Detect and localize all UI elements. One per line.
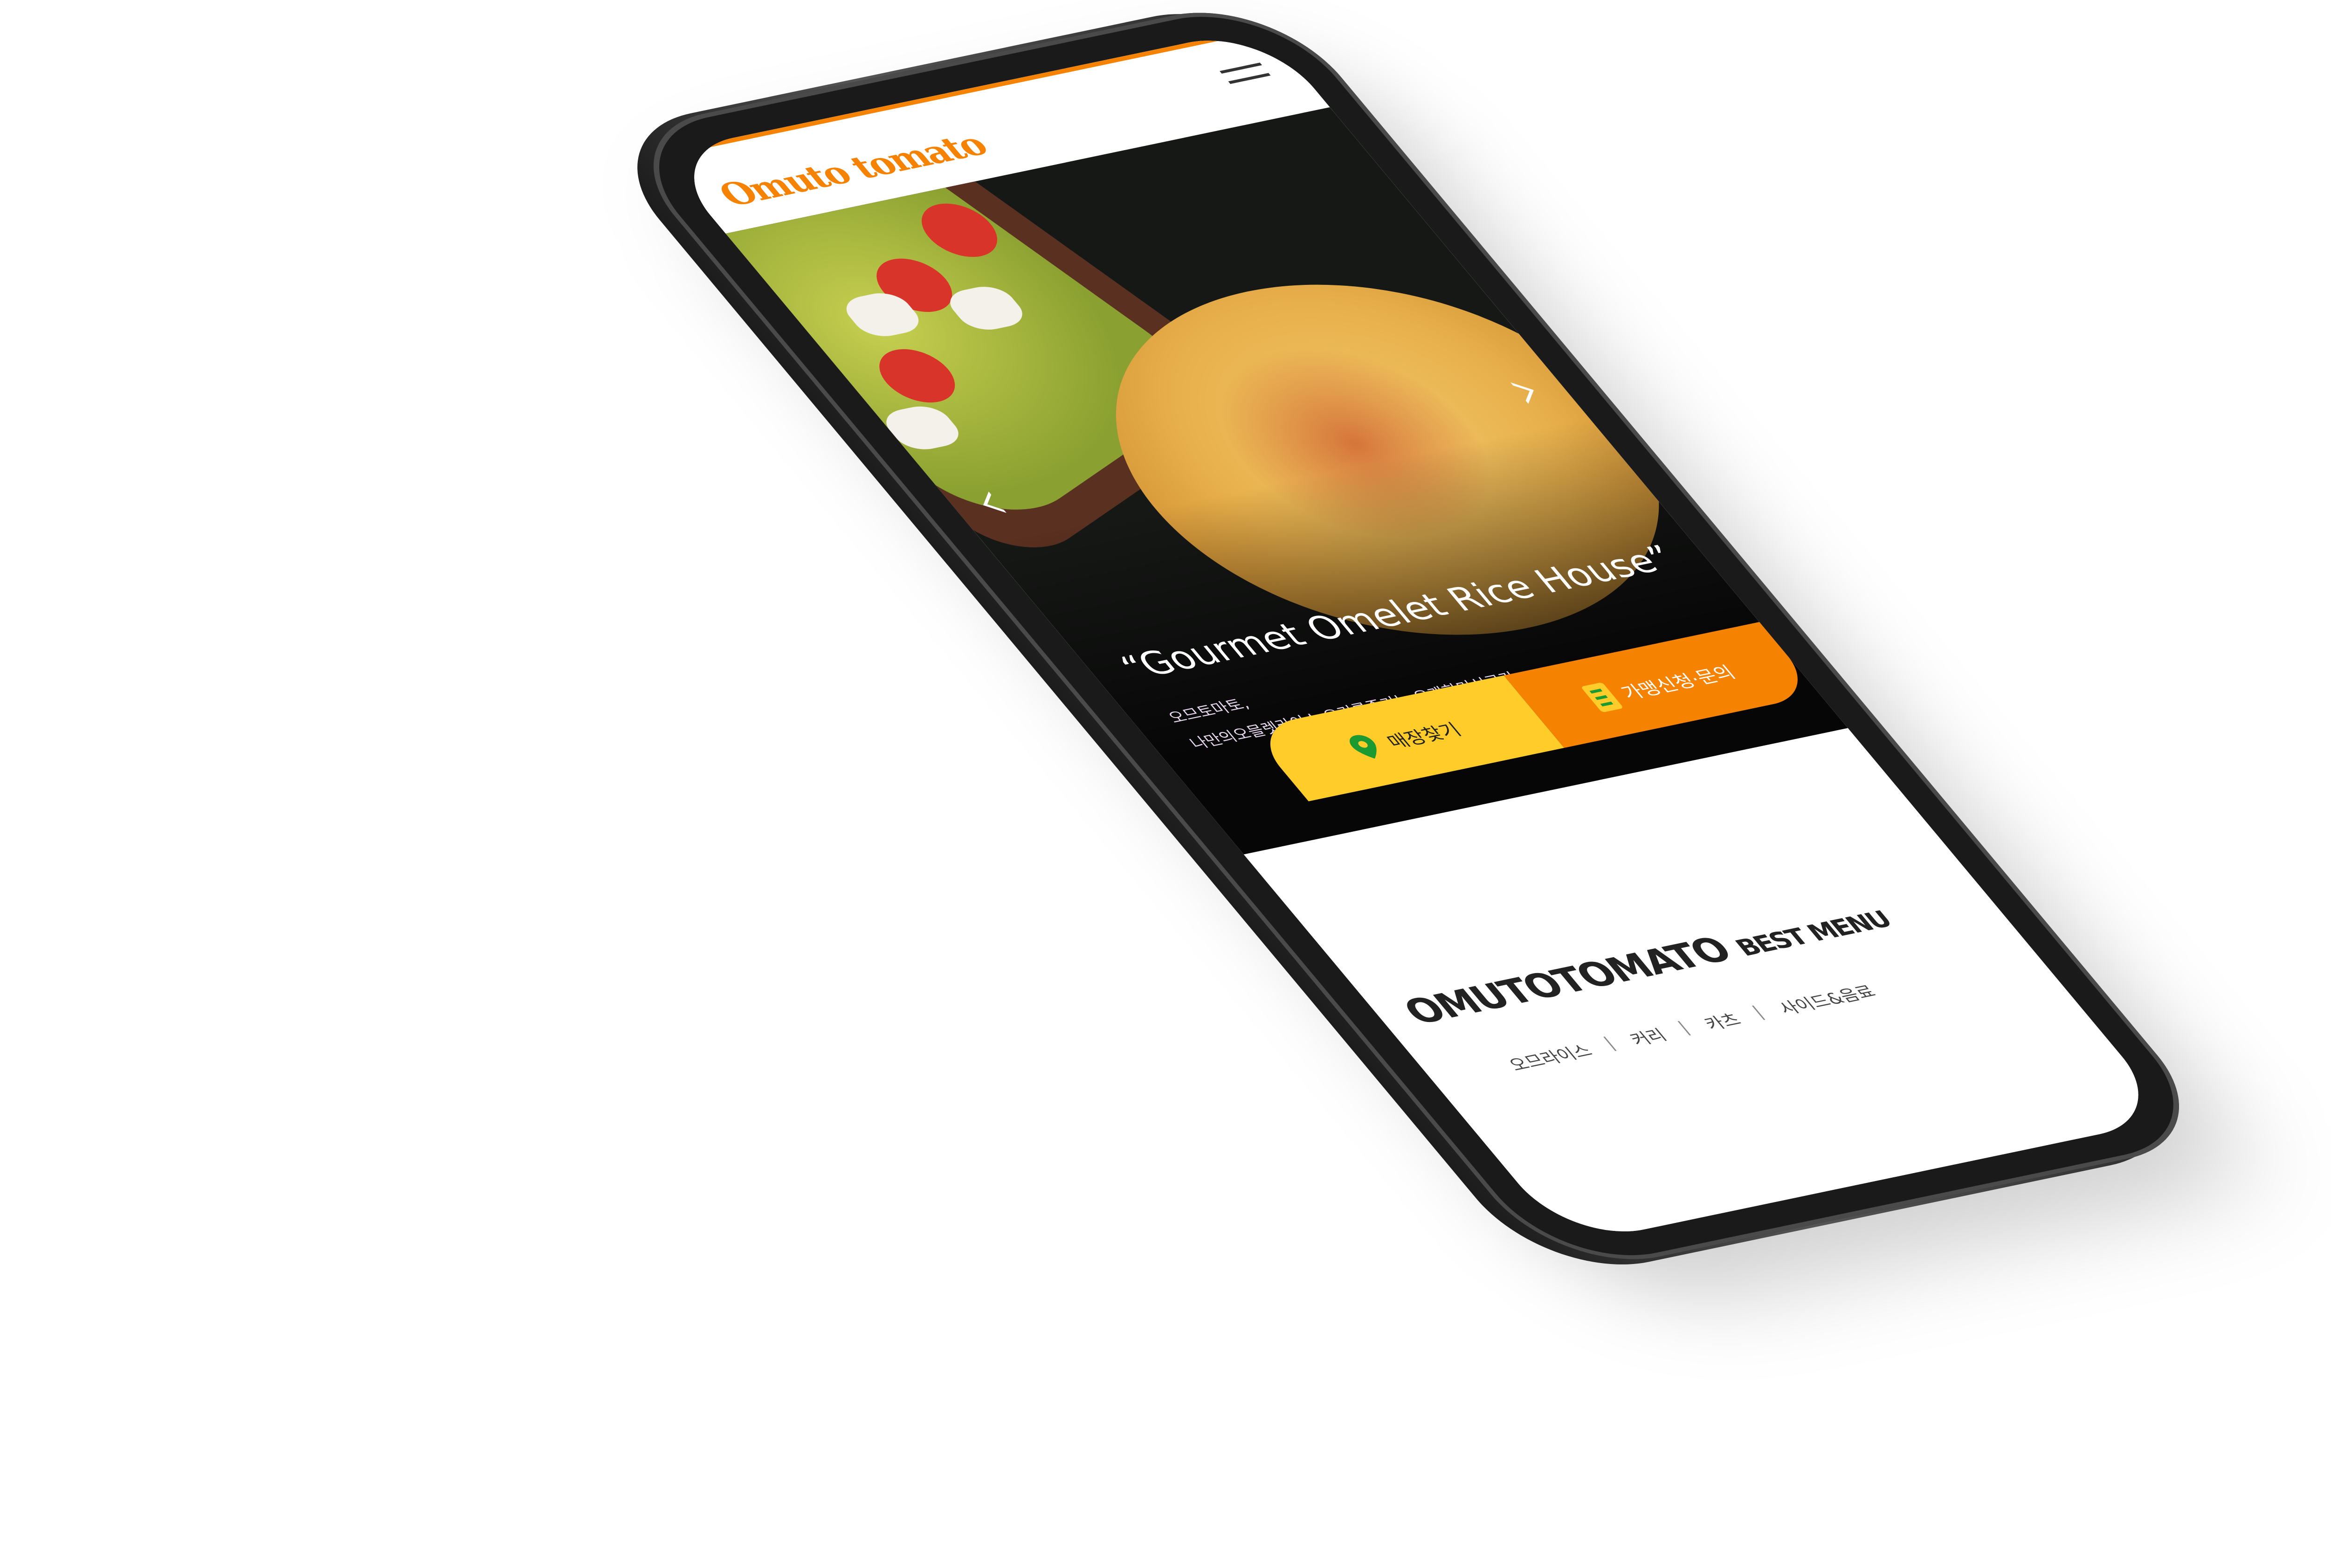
tab-separator: | [1748,1003,1768,1021]
franchise-label: 가맹신청·문의 [1616,662,1740,703]
location-pin-icon [1350,735,1377,759]
best-menu-title-sub: BEST MENU [1729,905,1897,961]
tab-katsu[interactable]: 카츠 [1698,1008,1746,1035]
smartphone-mockup: Omuto tomato ‹ › “Gourmet Omelet Rice Ho… [588,0,2281,1321]
tab-omurice[interactable]: 오므라이스 [1503,1039,1598,1077]
tab-curry[interactable]: 커리 [1624,1023,1672,1050]
tab-separator: | [1599,1034,1620,1052]
find-store-label: 매장찾기 [1382,719,1466,752]
tab-side-drinks[interactable]: 사이드&음료 [1772,980,1882,1020]
tab-separator: | [1674,1018,1694,1037]
hamburger-icon[interactable] [1220,62,1279,94]
